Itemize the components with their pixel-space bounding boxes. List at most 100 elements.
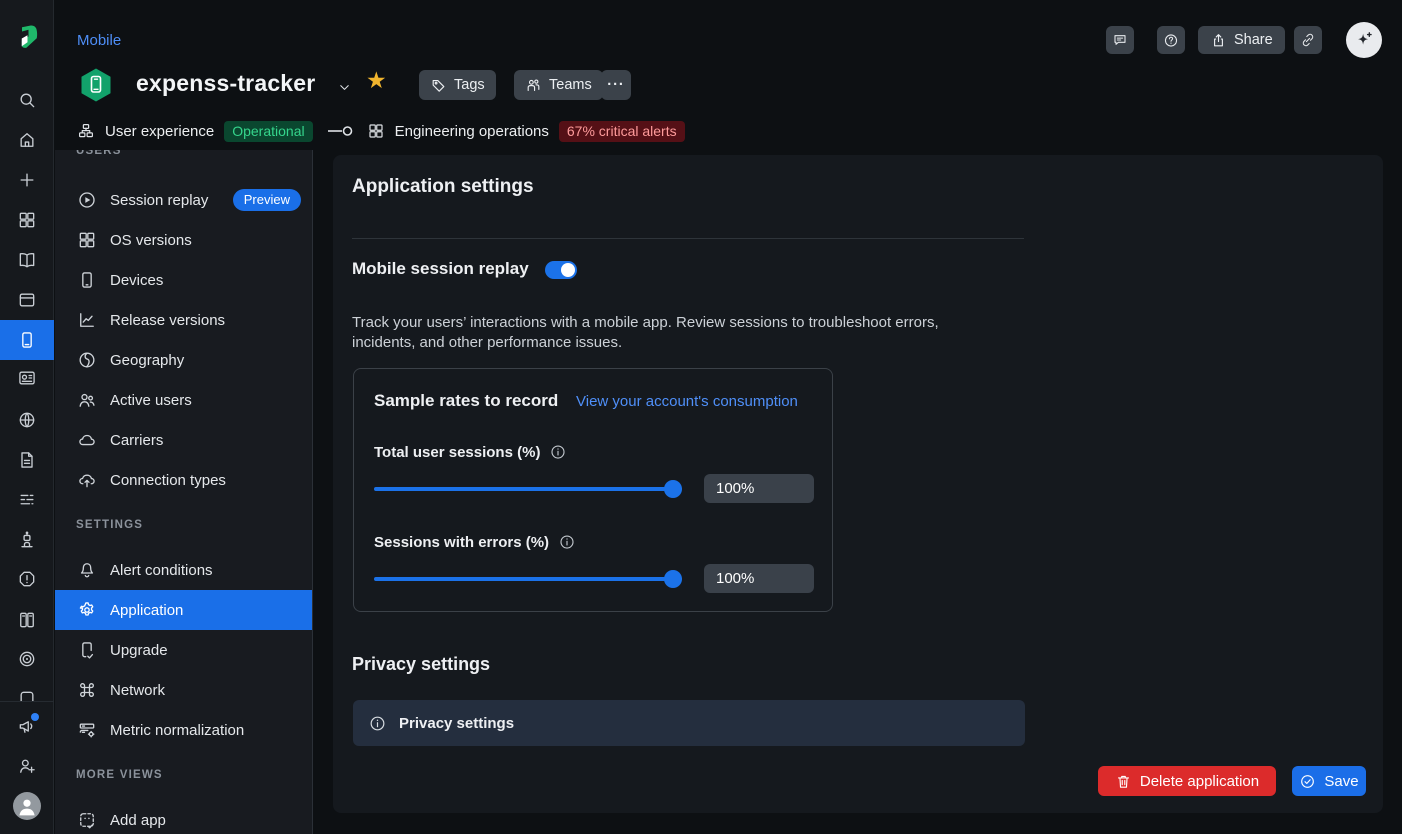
sidebar-section-more-views: MORE VIEWS xyxy=(76,769,163,781)
rows-gear-icon xyxy=(77,720,97,740)
panel-title: Application settings xyxy=(352,176,534,198)
sidebar-item-os-versions[interactable]: OS versions xyxy=(55,220,313,260)
chart-line-icon xyxy=(77,310,97,330)
document-icon[interactable] xyxy=(0,440,54,480)
toggle-knob xyxy=(561,263,575,277)
globe-internet-icon[interactable] xyxy=(0,400,54,440)
connector-line-icon xyxy=(327,125,353,137)
sidebar-item-label: Devices xyxy=(110,272,163,289)
sidebar-item-session-replay[interactable]: Session replay Preview xyxy=(55,180,313,220)
slider-thumb[interactable] xyxy=(664,570,682,588)
sidebar-item-label: Add app xyxy=(110,812,166,829)
plus-icon[interactable] xyxy=(0,160,54,200)
sidebar-item-label: OS versions xyxy=(110,232,192,249)
sidebar-item-metric-normalization[interactable]: Metric normalization xyxy=(55,710,313,750)
web-browser-icon[interactable] xyxy=(0,280,54,320)
ai-assistant-button[interactable] xyxy=(1346,22,1382,58)
phone-check-icon xyxy=(77,640,97,660)
slider-track xyxy=(374,577,682,581)
sidebar-section-settings: SETTINGS xyxy=(76,519,143,531)
tags-button[interactable]: Tags xyxy=(419,70,496,100)
users-icon xyxy=(77,390,97,410)
sidebar-item-devices[interactable]: Devices xyxy=(55,260,313,300)
sidebar-item-active-users[interactable]: Active users xyxy=(55,380,313,420)
slider-track xyxy=(374,487,682,491)
privacy-settings-accordion[interactable]: Privacy settings xyxy=(353,700,1025,746)
info-icon[interactable] xyxy=(558,533,576,551)
session-replay-toggle[interactable] xyxy=(545,261,577,279)
sitemap-icon xyxy=(77,122,95,140)
add-app-icon xyxy=(77,810,97,830)
favorite-star-icon[interactable]: ★ xyxy=(366,69,387,92)
sidebar-item-label: Alert conditions xyxy=(110,562,213,579)
entity-status-row: User experience Operational Engineering … xyxy=(77,119,685,143)
share-button[interactable]: Share xyxy=(1198,26,1285,54)
mobile-icon xyxy=(77,270,97,290)
search-icon[interactable] xyxy=(0,80,54,120)
help-button[interactable] xyxy=(1157,26,1185,54)
sidebar-item-label: Network xyxy=(110,682,165,699)
goals-target-icon[interactable] xyxy=(0,639,54,679)
sidebar-item-alert-conditions[interactable]: Alert conditions xyxy=(55,550,313,590)
infrastructure-hosts-icon[interactable] xyxy=(0,600,54,640)
consumption-link[interactable]: View your account's consumption xyxy=(576,393,798,410)
error-sessions-slider[interactable] xyxy=(374,570,682,588)
globe-icon xyxy=(77,350,97,370)
card-title: Sample rates to record xyxy=(374,391,558,411)
logs-list-icon[interactable] xyxy=(0,480,54,520)
invite-user-icon[interactable] xyxy=(0,746,54,786)
sidebar-item-label: Release versions xyxy=(110,312,225,329)
more-options-button[interactable]: ··· xyxy=(601,70,631,100)
sidebar-item-label: Upgrade xyxy=(110,642,168,659)
dashboards-report-icon[interactable] xyxy=(0,358,54,398)
link-icon xyxy=(1300,31,1316,49)
sidebar-item-upgrade[interactable]: Upgrade xyxy=(55,630,313,670)
info-icon xyxy=(368,714,387,733)
trash-icon xyxy=(1115,773,1132,790)
breadcrumb-mobile-link[interactable]: Mobile xyxy=(77,32,121,49)
delete-application-button[interactable]: Delete application xyxy=(1098,766,1276,796)
clipped-app-icon[interactable] xyxy=(0,686,54,701)
slider-thumb[interactable] xyxy=(664,480,682,498)
app-window: USERS Session replay Preview OS versions… xyxy=(0,0,1402,834)
chevron-down-icon[interactable] xyxy=(337,80,352,95)
apps-grid-icon[interactable] xyxy=(0,200,54,240)
teams-button[interactable]: Teams xyxy=(514,70,603,100)
dynatrace-logo-icon[interactable] xyxy=(12,22,42,57)
share-upload-icon xyxy=(1210,32,1227,49)
save-button[interactable]: Save xyxy=(1292,766,1366,796)
automation-robot-icon[interactable] xyxy=(0,520,54,560)
privacy-heading: Privacy settings xyxy=(352,654,490,675)
play-circle-icon xyxy=(77,190,97,210)
sidebar-item-add-app[interactable]: Add app xyxy=(55,800,313,834)
sidebar-item-connection-types[interactable]: Connection types xyxy=(55,460,313,500)
sidebar-item-release-versions[interactable]: Release versions xyxy=(55,300,313,340)
entity-right-name[interactable]: Engineering operations xyxy=(395,123,549,140)
problems-alert-icon[interactable] xyxy=(0,559,54,599)
grid-icon xyxy=(77,230,97,250)
announcements-megaphone-icon[interactable] xyxy=(0,706,54,746)
teams-icon xyxy=(525,77,542,94)
home-icon[interactable] xyxy=(0,120,54,160)
error-sessions-label: Sessions with errors (%) xyxy=(374,533,576,551)
info-icon[interactable] xyxy=(549,443,567,461)
learn-book-icon[interactable] xyxy=(0,240,54,280)
feedback-chat-button[interactable] xyxy=(1106,26,1134,54)
gear-icon xyxy=(77,600,97,620)
sidebar-item-carriers[interactable]: Carriers xyxy=(55,420,313,460)
entity-left-name[interactable]: User experience xyxy=(105,123,214,140)
error-sessions-input[interactable] xyxy=(704,564,814,593)
sidebar-item-label: Geography xyxy=(110,352,184,369)
sidebar-item-geography[interactable]: Geography xyxy=(55,340,313,380)
status-badge-operational: Operational xyxy=(224,121,312,142)
sidebar-item-network[interactable]: Network xyxy=(55,670,313,710)
total-sessions-slider[interactable] xyxy=(374,480,682,498)
user-avatar[interactable] xyxy=(13,792,41,820)
copy-link-button[interactable] xyxy=(1294,26,1322,54)
question-circle-icon xyxy=(1163,31,1179,50)
sidebar-section-users: USERS xyxy=(76,150,122,157)
total-sessions-input[interactable] xyxy=(704,474,814,503)
sidebar-item-application[interactable]: Application xyxy=(55,590,313,630)
session-replay-description: Track your users’ interactions with a mo… xyxy=(352,313,1000,353)
mobile-app-icon[interactable] xyxy=(0,320,54,360)
